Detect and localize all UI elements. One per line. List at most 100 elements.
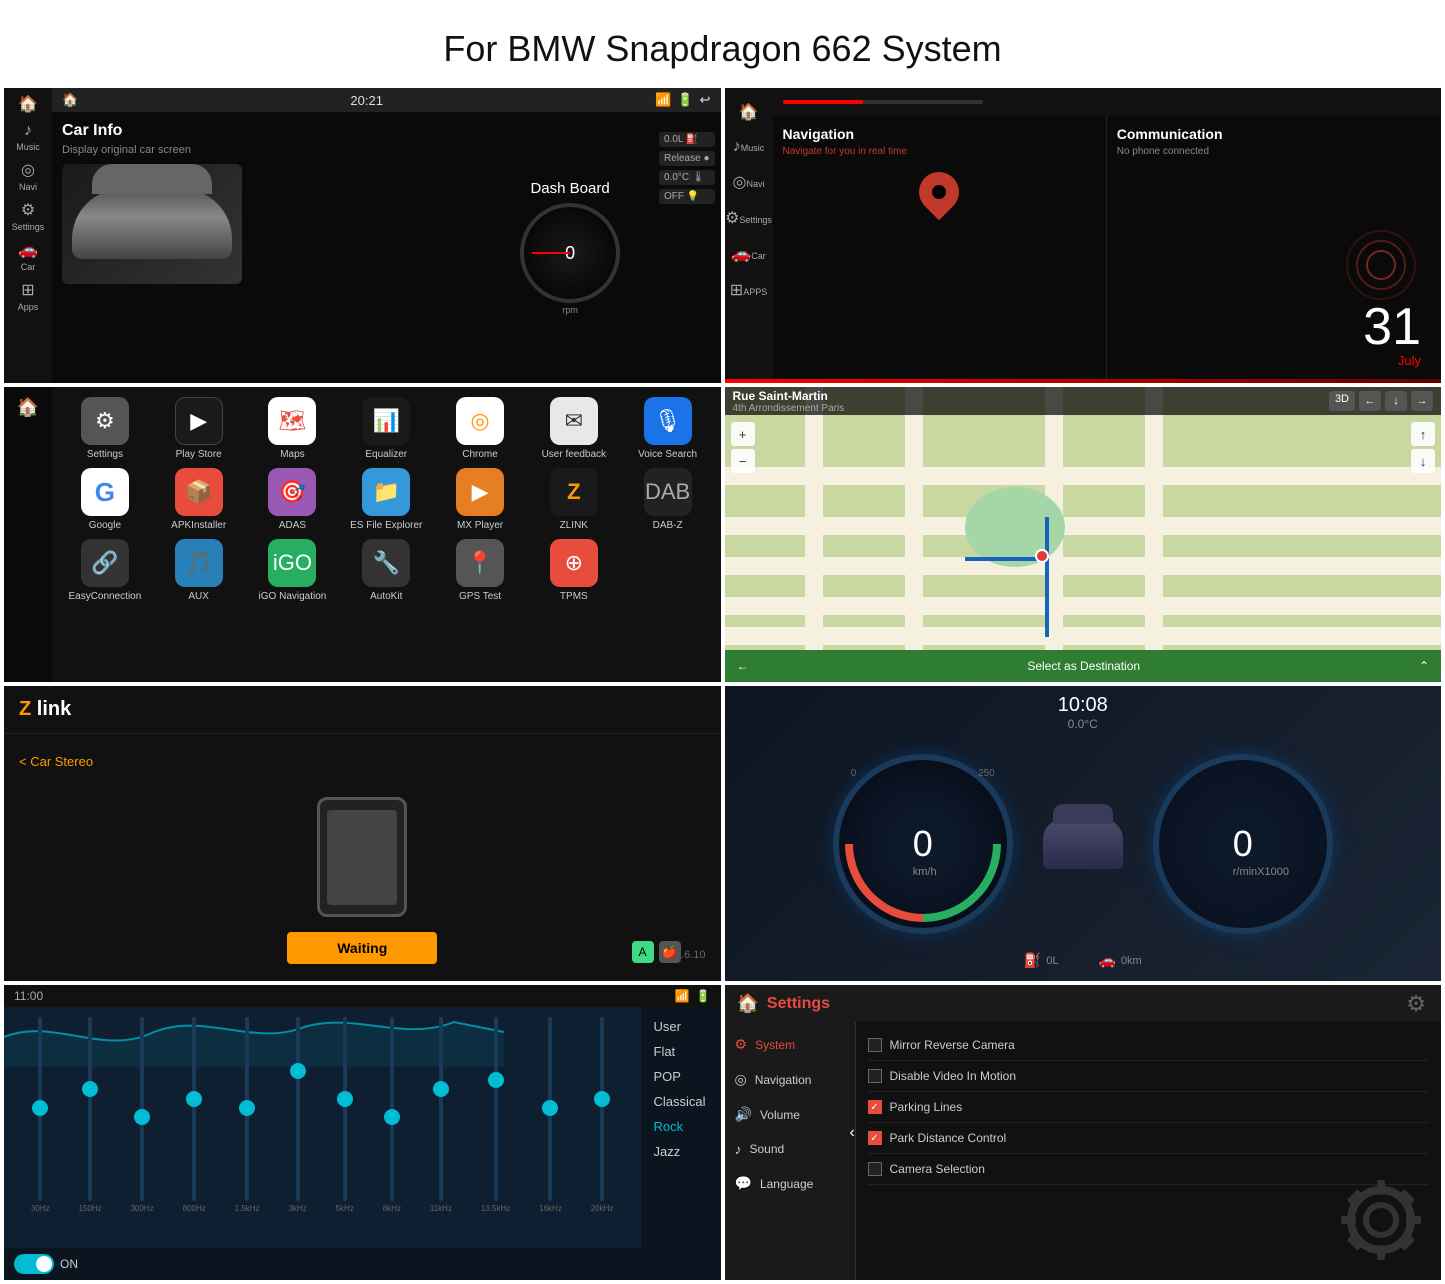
cb-park-distance[interactable]: ✓ [868, 1131, 882, 1145]
eq-thumb-10[interactable] [488, 1072, 504, 1088]
sidebar-music[interactable]: ♪Music [16, 122, 40, 152]
app-mxp[interactable]: ▶MX Player [437, 468, 523, 531]
app-gps[interactable]: 📍GPS Test [437, 539, 523, 602]
option-camera-selection-label: Camera Selection [890, 1162, 985, 1176]
zlink-center: Waiting [4, 777, 721, 981]
eq-toggle[interactable]: ON [14, 1254, 78, 1274]
eq-thumb-11[interactable] [542, 1100, 558, 1116]
cb-disable-video[interactable] [868, 1069, 882, 1083]
btn-back-arrow[interactable]: ← [1359, 391, 1381, 411]
settings-home-icon[interactable]: 🏠 [737, 993, 759, 1014]
sidebar-home[interactable]: 🏠 [18, 94, 38, 114]
p1-topbar: 🏠 20:21 📶🔋↩ [52, 88, 721, 112]
btn-down-arrow[interactable]: ↓ [1385, 391, 1407, 411]
home-icon[interactable]: 🏠 [62, 92, 78, 108]
collapse-arrow[interactable]: ‹ [850, 1124, 855, 1142]
eq-thumb-7[interactable] [337, 1091, 353, 1107]
preset-rock[interactable]: Rock [646, 1115, 716, 1138]
sidebar-settings[interactable]: ⚙Settings [12, 200, 45, 232]
app-igo[interactable]: iGOiGO Navigation [250, 539, 336, 602]
toggle-switch[interactable] [14, 1254, 54, 1274]
eq-presets: User Flat POP Classical Rock Jazz [641, 1007, 721, 1248]
eq-thumb-4[interactable] [186, 1091, 202, 1107]
map-up-btn[interactable]: ↑ [1411, 422, 1435, 446]
eq-thumb-6[interactable] [290, 1063, 306, 1079]
eq-thumb-3[interactable] [134, 1109, 150, 1125]
street-name: Rue Saint-Martin [733, 389, 845, 403]
eq-thumb-5[interactable] [239, 1100, 255, 1116]
sidebar-car[interactable]: 🚗Car [18, 240, 38, 272]
app-tpms[interactable]: ⊕TPMS [531, 539, 617, 602]
road-h5 [725, 627, 1442, 645]
app-feedback[interactable]: ✉User feedback [531, 397, 617, 460]
app-apk[interactable]: 📦APKInstaller [156, 468, 242, 531]
comm-title: Communication [1117, 126, 1431, 142]
zlink-back-btn[interactable]: < Car Stereo [4, 734, 721, 777]
expand-btn[interactable]: ⌃ [1419, 659, 1429, 673]
eq-track-6 [296, 1017, 300, 1201]
zoom-in-btn[interactable]: + [731, 422, 755, 446]
cb-mirror-camera[interactable] [868, 1038, 882, 1052]
app-settings[interactable]: ⚙Settings [62, 397, 148, 460]
app-adas[interactable]: 🎯ADAS [250, 468, 336, 531]
preset-classical[interactable]: Classical [646, 1090, 716, 1113]
preset-pop[interactable]: POP [646, 1065, 716, 1088]
cb-parking-lines[interactable]: ✓ [868, 1100, 882, 1114]
preset-flat[interactable]: Flat [646, 1040, 716, 1063]
preset-jazz[interactable]: Jazz [646, 1140, 716, 1163]
sidebar-navi[interactable]: ◎Navi [19, 160, 37, 192]
menu-volume[interactable]: 🔊 Volume [725, 1097, 855, 1132]
app-chrome[interactable]: ◎Chrome [437, 397, 523, 460]
btn-3d[interactable]: 3D [1329, 391, 1355, 411]
rpm-unit: r/minX1000 [1233, 866, 1289, 878]
eq-thumb-1[interactable] [32, 1100, 48, 1116]
zoom-out-btn[interactable]: − [731, 449, 755, 473]
eq-label-9: 11kHz [430, 1204, 452, 1213]
chrome-icon: ◎ [456, 397, 504, 445]
app-google[interactable]: GGoogle [62, 468, 148, 531]
eq-thumb-9[interactable] [433, 1081, 449, 1097]
eq-thumb-2[interactable] [82, 1081, 98, 1097]
map-down-btn[interactable]: ↓ [1411, 449, 1435, 473]
menu-language[interactable]: 💬 Language [725, 1166, 855, 1201]
p2-music[interactable]: ♪Music [733, 138, 765, 156]
app-label-adas: ADAS [279, 520, 306, 531]
eq-thumb-12[interactable] [594, 1091, 610, 1107]
eq-label-1: 30Hz [31, 1204, 50, 1213]
app-zlink[interactable]: ZZLINK [531, 468, 617, 531]
cb-camera-selection[interactable] [868, 1162, 882, 1176]
app-label-files: ES File Explorer [350, 520, 422, 531]
waiting-button[interactable]: Waiting [287, 932, 437, 964]
app-label-playstore: Play Store [176, 449, 222, 460]
sidebar-apps[interactable]: ⊞Apps [18, 280, 39, 312]
p2-apps[interactable]: ⊞APPS [730, 280, 767, 300]
app-playstore[interactable]: ▶Play Store [156, 397, 242, 460]
app-autokit[interactable]: 🔧AutoKit [343, 539, 429, 602]
app-files[interactable]: 📁ES File Explorer [343, 468, 429, 531]
btn-fwd-arrow[interactable]: → [1411, 391, 1433, 411]
settings-title: Settings [767, 995, 830, 1013]
app-equalizer[interactable]: 📊Equalizer [343, 397, 429, 460]
p3-home-icon[interactable]: 🏠 [17, 397, 39, 418]
p2-navi[interactable]: ◎Navi [733, 172, 765, 192]
eq-label-8: 8kHz [383, 1204, 401, 1213]
p2-car[interactable]: 🚗Car [731, 244, 765, 264]
preset-user[interactable]: User [646, 1015, 716, 1038]
app-aux[interactable]: 🎵AUX [156, 539, 242, 602]
app-maps[interactable]: 🗺Maps [250, 397, 336, 460]
app-voice[interactable]: 🎙Voice Search [625, 397, 711, 460]
menu-system[interactable]: ⚙ System [725, 1027, 855, 1062]
p1-main-area: 🏠 20:21 📶🔋↩ Car Info Display original ca… [52, 88, 721, 383]
p8-sidebar: ⚙ System ◎ Navigation 🔊 Volume ♪ Sound 💬 [725, 1022, 855, 1280]
menu-navigation[interactable]: ◎ Navigation [725, 1062, 855, 1097]
voice-icon: 🎙 [644, 397, 692, 445]
eq-label-2: 150Hz [79, 1204, 102, 1213]
p2-settings[interactable]: ⚙Settings [725, 208, 772, 228]
app-easyconn[interactable]: 🔗EasyConnection [62, 539, 148, 602]
speed-unit: km/h [913, 866, 937, 878]
back-btn[interactable]: ← [737, 659, 749, 673]
p2-home[interactable]: 🏠 [739, 102, 759, 122]
menu-sound[interactable]: ♪ Sound [725, 1132, 855, 1166]
app-dab[interactable]: DABDAB-Z [625, 468, 711, 531]
eq-thumb-8[interactable] [384, 1109, 400, 1125]
